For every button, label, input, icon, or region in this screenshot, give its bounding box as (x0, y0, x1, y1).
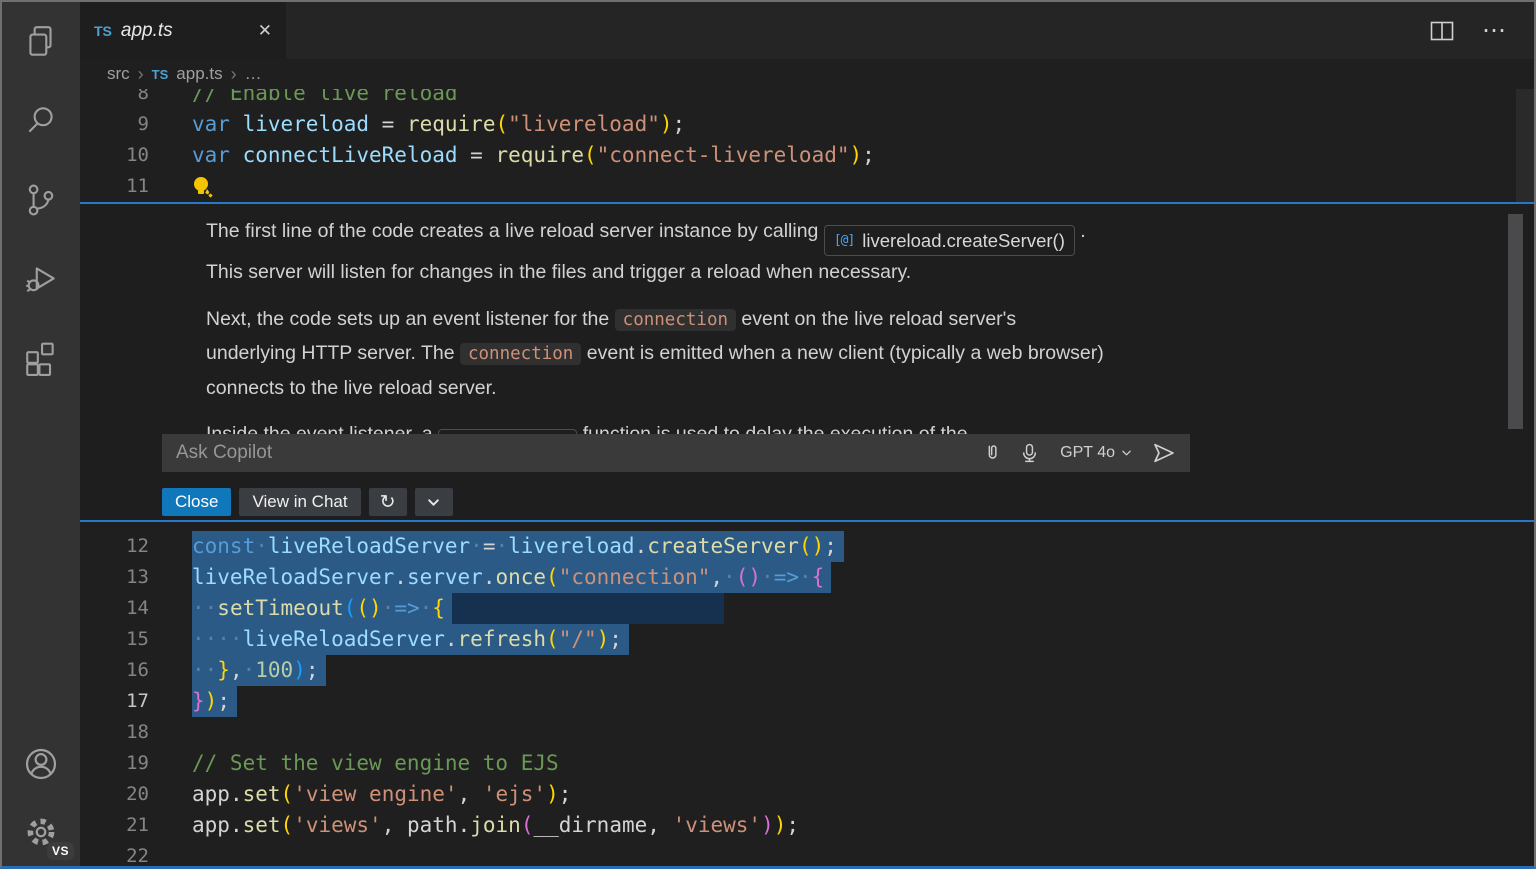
tab-label: app.ts (121, 20, 173, 42)
code-line-18[interactable]: 18 (80, 717, 1534, 748)
breadcrumb: src › TS app.ts › … (80, 59, 1534, 89)
split-editor-icon[interactable] (1430, 21, 1454, 41)
selected-code: ····liveReloadServer.refresh("/"); (192, 624, 629, 655)
line-number: 19 (80, 748, 149, 779)
symbol-icon: [@] (834, 224, 854, 258)
typescript-file-icon: TS (152, 67, 169, 82)
code-lines-top: 8// Enable live reload9var livereload = … (80, 89, 1534, 202)
code-line-12[interactable]: 12 const·liveReloadServer·=·livereload.cr… (80, 531, 1534, 562)
copilot-lightbulb-icon (192, 175, 214, 199)
code-line-20[interactable]: 20app.set('view engine', 'ejs'); (80, 779, 1534, 810)
line-number: 9 (80, 109, 149, 140)
model-picker[interactable]: GPT 4o (1060, 444, 1132, 462)
selected-code: ··setTimeout(()·=>·{ (192, 593, 452, 624)
extensions-icon[interactable] (2, 318, 80, 397)
code-line-15[interactable]: 15 ····liveReloadServer.refresh("/"); (80, 624, 1534, 655)
line-number: 10 (80, 140, 149, 171)
line-number: 11 (80, 171, 149, 202)
code-line-19[interactable]: 19// Set the view engine to EJS (80, 748, 1534, 779)
model-label: GPT 4o (1060, 444, 1115, 462)
code-line-11[interactable]: 11 (80, 171, 1534, 202)
refresh-icon: ↻ (380, 493, 396, 512)
chat-paragraph: The first line of the code creates a liv… (206, 215, 1214, 290)
regenerate-button[interactable]: ↻ (369, 488, 407, 516)
copilot-input[interactable]: Ask Copilot GPT 4o (162, 434, 1190, 472)
copilot-lightbulb-icon[interactable] (192, 175, 214, 199)
line-number: 13 (80, 562, 149, 593)
line-number: 14 (80, 593, 149, 624)
line-number: 17 (80, 686, 149, 717)
line-number: 22 (80, 841, 149, 866)
inline-code-chip[interactable]: connection (460, 343, 581, 365)
inline-code-chip[interactable]: connection (615, 309, 736, 331)
code-line-14[interactable]: 14 ··setTimeout(()·=>·{ (80, 593, 1534, 624)
selected-code: ··},·100); (192, 655, 326, 686)
breadcrumb-file[interactable]: app.ts (176, 64, 222, 84)
vs-badge: VS (47, 842, 74, 860)
selected-code: liveReloadServer.server.once("connection… (192, 562, 831, 593)
more-options-button[interactable] (415, 488, 453, 516)
line-number: 18 (80, 717, 149, 748)
breadcrumb-separator-icon: › (231, 64, 237, 85)
code-line-13[interactable]: 13 liveReloadServer.server.once("connecti… (80, 562, 1534, 593)
code-line-9[interactable]: 9var livereload = require("livereload"); (80, 109, 1534, 140)
chat-actions: Close View in Chat ↻ (162, 488, 453, 516)
microphone-icon[interactable] (1019, 443, 1040, 464)
symbol-reference-chip[interactable]: [@]livereload.createServer() (824, 225, 1075, 256)
line-number: 21 (80, 810, 149, 841)
search-icon[interactable] (2, 81, 80, 160)
explorer-icon[interactable] (2, 2, 80, 81)
code-line-16[interactable]: 16 ··},·100); (80, 655, 1534, 686)
code-line-8[interactable]: 8// Enable live reload (80, 89, 1534, 109)
chevron-down-icon (1121, 449, 1132, 457)
code-lines-bottom: 12 const·liveReloadServer·=·livereload.cr… (80, 522, 1534, 866)
tab-bar: TS app.ts ✕ ⋯ (80, 2, 1534, 59)
code-editor[interactable]: 8// Enable live reload9var livereload = … (80, 89, 1534, 866)
more-actions-icon[interactable]: ⋯ (1482, 19, 1508, 43)
view-in-chat-button[interactable]: View in Chat (239, 488, 360, 516)
account-icon[interactable] (2, 730, 80, 798)
line-number: 16 (80, 655, 149, 686)
vscode-window: VS TS app.ts ✕ ⋯ src › TS app.ts › … (0, 0, 1536, 869)
activity-bar: VS (2, 2, 80, 866)
copilot-input-placeholder: Ask Copilot (176, 442, 272, 464)
run-and-debug-icon[interactable] (2, 239, 80, 318)
selected-code: const·liveReloadServer·=·livereload.crea… (192, 531, 844, 562)
breadcrumb-symbol[interactable]: … (245, 64, 262, 84)
breadcrumb-separator-icon: › (138, 64, 144, 85)
source-control-icon[interactable] (2, 160, 80, 239)
line-number: 15 (80, 624, 149, 655)
tab-app-ts[interactable]: TS app.ts ✕ (80, 2, 286, 59)
editor-scrollbar[interactable] (1516, 89, 1534, 202)
code-line-22[interactable]: 22 (80, 841, 1534, 866)
breadcrumb-folder[interactable]: src (107, 64, 130, 84)
tab-close-icon[interactable]: ✕ (258, 21, 272, 41)
chevron-down-icon (427, 498, 440, 507)
line-number: 8 (80, 89, 149, 109)
typescript-file-icon: TS (94, 23, 112, 39)
line-number: 20 (80, 779, 149, 810)
attach-icon[interactable] (982, 443, 1003, 464)
line-number: 12 (80, 531, 149, 562)
editor-group: TS app.ts ✕ ⋯ src › TS app.ts › … 8// En… (80, 2, 1534, 866)
send-icon[interactable] (1152, 441, 1176, 465)
close-button[interactable]: Close (162, 488, 231, 516)
copilot-inline-chat: The first line of the code creates a liv… (80, 202, 1534, 522)
settings-gear-icon[interactable]: VS (2, 798, 80, 866)
code-line-21[interactable]: 21app.set('views', path.join(__dirname, … (80, 810, 1534, 841)
code-line-17[interactable]: 17}); (80, 686, 1534, 717)
code-line-10[interactable]: 10var connectLiveReload = require("conne… (80, 140, 1534, 171)
chat-scrollbar[interactable] (1508, 214, 1523, 429)
copilot-response: The first line of the code creates a liv… (80, 204, 1534, 441)
chat-paragraph: Next, the code sets up an event listener… (206, 303, 1214, 406)
selected-code: }); (192, 686, 237, 717)
